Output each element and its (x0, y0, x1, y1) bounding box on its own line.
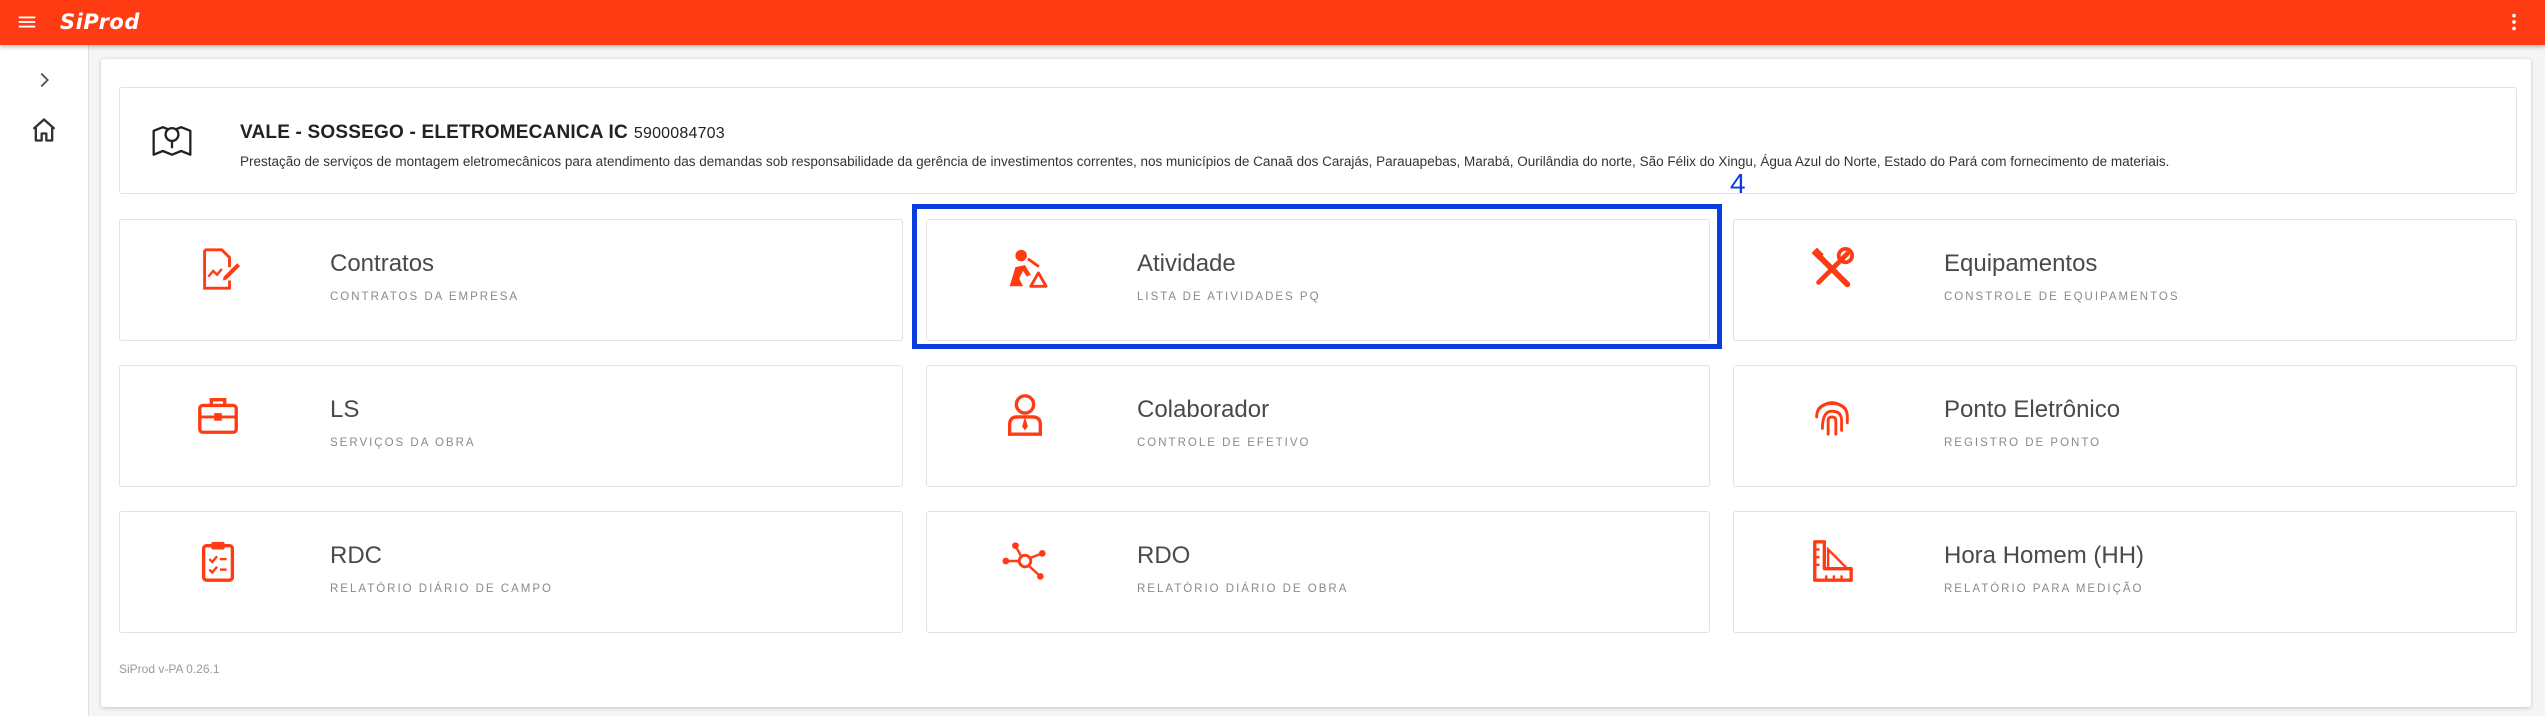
project-title: VALE - SOSSEGO - ELETROMECANICA IC 590008… (240, 122, 725, 144)
project-code: 5900084703 (633, 125, 725, 142)
annotation-number: 4 (1730, 168, 1746, 199)
tile-title: Ponto Eletrônico (1944, 396, 2121, 423)
hamburger-menu-icon[interactable] (16, 11, 38, 33)
app-brand: SiProd (60, 10, 140, 34)
tile-rdc[interactable]: RDC RELATÓRIO DIÁRIO DE CAMPO (119, 511, 903, 633)
network-icon (1002, 542, 1046, 580)
tile-subtitle: REGISTRO DE PONTO (1944, 437, 2102, 449)
main-content: VALE - SOSSEGO - ELETROMECANICA IC 590008… (101, 59, 2531, 707)
chevron-right-icon (40, 72, 49, 88)
tile-title: Contratos (330, 250, 435, 277)
app-version: SiProd v-PA 0.26.1 (119, 662, 220, 676)
more-vert-icon[interactable] (2503, 11, 2525, 33)
expand-sidebar-button[interactable] (29, 65, 59, 95)
person-icon (1007, 394, 1043, 436)
project-description: Prestação de serviços de montagem eletro… (240, 154, 2170, 169)
tile-title: Colaborador (1137, 396, 1270, 423)
highlight-box (912, 204, 1722, 349)
clipboard-check-icon (201, 541, 235, 582)
tile-subtitle: RELATÓRIO DIÁRIO DE OBRA (1137, 583, 1349, 595)
home-button[interactable] (29, 115, 59, 145)
map-location-icon (152, 126, 192, 156)
ruler-icon (1813, 540, 1853, 582)
tile-subtitle: RELATÓRIO PARA MEDIÇÃO (1944, 583, 2144, 595)
tools-icon (1811, 246, 1855, 288)
tile-subtitle: SERVIÇOS DA OBRA (330, 437, 476, 449)
tile-subtitle: CONSTROLE DE EQUIPAMENTOS (1944, 291, 2180, 303)
tile-subtitle: RELATÓRIO DIÁRIO DE CAMPO (330, 583, 553, 595)
tile-ls[interactable]: LS SERVIÇOS DA OBRA (119, 365, 903, 487)
tile-title: Hora Homem (HH) (1944, 542, 2145, 569)
tile-subtitle: CONTROLE DE EFETIVO (1137, 437, 1311, 449)
tile-rdo[interactable]: RDO RELATÓRIO DIÁRIO DE OBRA (926, 511, 1710, 633)
project-name: VALE - SOSSEGO - ELETROMECANICA IC (240, 122, 628, 143)
tile-contratos[interactable]: Contratos CONTRATOS DA EMPRESA (119, 219, 903, 341)
tile-title: LS (330, 396, 360, 423)
briefcase-icon (198, 397, 238, 434)
tile-title: Equipamentos (1944, 250, 2098, 277)
tile-ponto-eletronico[interactable]: Ponto Eletrônico REGISTRO DE PONTO (1733, 365, 2517, 487)
tile-title: RDO (1137, 542, 1191, 569)
tile-equipamentos[interactable]: Equipamentos CONSTROLE DE EQUIPAMENTOS (1733, 219, 2517, 341)
tile-title: RDC (330, 542, 382, 569)
project-header-card: VALE - SOSSEGO - ELETROMECANICA IC 590008… (119, 87, 2517, 194)
sidebar (0, 45, 89, 716)
fingerprint-icon (1815, 401, 1849, 436)
tile-colaborador[interactable]: Colaborador CONTROLE DE EFETIVO (926, 365, 1710, 487)
tile-subtitle: CONTRATOS DA EMPRESA (330, 291, 520, 303)
contract-edit-icon (203, 248, 241, 290)
home-icon (32, 118, 56, 142)
tile-hora-homem[interactable]: Hora Homem (HH) RELATÓRIO PARA MEDIÇÃO (1733, 511, 2517, 633)
top-app-bar: SiProd (0, 0, 2545, 45)
